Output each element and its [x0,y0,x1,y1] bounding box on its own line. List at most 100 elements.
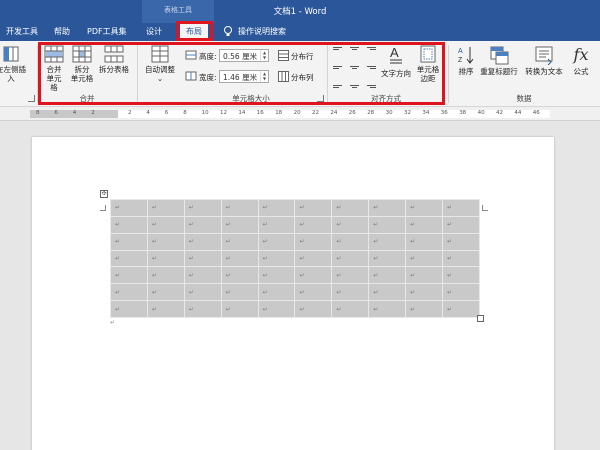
repeat-header-rows-button[interactable]: 重复标题行 [479,45,519,76]
distribute-rows-button[interactable]: 分布行 [278,49,326,63]
table-cell[interactable]: ↵ [220,249,259,268]
cell-margins-button[interactable]: 单元格 边距 [414,45,442,83]
table-cell[interactable]: ↵ [368,232,407,251]
table-cell[interactable]: ↵ [405,283,444,302]
document-table[interactable]: ↵ ↵ ↵ ↵ ↵ ↵ ↵ ↵ ↵ ↵ ↵ ↵ ↵ ↵ ↵ ↵ ↵ ↵ ↵ ↵ ↵ ↵ ↵ ↵ ↵ ↵ ↵ ↵ ↵ ↵ ↵ ↵ ↵ ↵ ↵ ↵ ↵ ↵ ↵ ↵… [110,199,480,318]
sort-button[interactable]: A Z 排序 [454,45,478,76]
tab-help[interactable]: 帮助 [54,26,70,37]
table-cell[interactable]: ↵ [331,300,370,318]
table-cell[interactable]: ↵ [442,300,480,318]
table-cell[interactable]: ↵ [257,266,296,285]
table-cell[interactable]: ↵ [294,215,333,234]
table-cell[interactable]: ↵ [257,249,296,268]
table-cell[interactable]: ↵ [405,215,444,234]
tab-layout[interactable]: 布局 [180,23,208,41]
tab-pdf-tools[interactable]: PDF工具集 [87,26,127,37]
table-cell[interactable]: ↵ [331,266,370,285]
table-cell[interactable]: ↵ [183,249,222,268]
tab-developer[interactable]: 开发工具 [6,26,38,37]
table-cell[interactable]: ↵ [183,266,222,285]
text-direction-button[interactable]: A 文字方向 [380,45,412,78]
tell-me-search[interactable]: 操作说明搜索 [238,26,286,37]
height-spinner[interactable]: ▲ ▼ [260,50,268,61]
table-cell[interactable]: ↵ [331,232,370,251]
table-cell[interactable]: ↵ [331,283,370,302]
table-cell[interactable]: ↵ [146,300,185,318]
table-cell[interactable]: ↵ [405,249,444,268]
table-cell[interactable]: ↵ [220,232,259,251]
table-cell[interactable]: ↵ [146,249,185,268]
table-cell[interactable]: ↵ [368,249,407,268]
table-cell[interactable]: ↵ [294,283,333,302]
table-cell[interactable]: ↵ [110,283,148,302]
table-cell[interactable]: ↵ [110,215,148,234]
table-cell[interactable]: ↵ [405,300,444,318]
table-cell[interactable]: ↵ [183,300,222,318]
table-cell[interactable]: ↵ [220,215,259,234]
table-cell[interactable]: ↵ [368,266,407,285]
table-cell[interactable]: ↵ [368,199,407,217]
table-cell[interactable]: ↵ [331,249,370,268]
table-cell[interactable]: ↵ [331,215,370,234]
table-cell[interactable]: ↵ [294,232,333,251]
table-cell[interactable]: ↵ [331,199,370,217]
cell-size-launcher-icon[interactable] [317,95,324,102]
insert-left-button[interactable]: 在左侧插入 [0,45,28,83]
table-cell[interactable]: ↵ [110,300,148,318]
merge-cells-button[interactable]: 合并 单元格 [43,45,65,92]
table-cell[interactable]: ↵ [368,300,407,318]
align-bottom-right-button[interactable] [363,79,376,90]
table-cell[interactable]: ↵ [183,199,222,217]
table-cell[interactable]: ↵ [220,266,259,285]
table-cell[interactable]: ↵ [294,300,333,318]
table-cell[interactable]: ↵ [146,199,185,217]
table-cell[interactable]: ↵ [146,283,185,302]
table-cell[interactable]: ↵ [183,232,222,251]
width-spinner[interactable]: ▲ ▼ [260,71,268,82]
table-cell[interactable]: ↵ [183,283,222,302]
table-cell[interactable]: ↵ [257,199,296,217]
table-cell[interactable]: ↵ [257,283,296,302]
table-cell[interactable]: ↵ [442,215,480,234]
align-middle-left-button[interactable] [333,63,346,74]
table-cell[interactable]: ↵ [146,232,185,251]
table-cell[interactable]: ↵ [368,283,407,302]
table-cell[interactable]: ↵ [183,215,222,234]
rows-columns-launcher-icon[interactable] [28,95,35,102]
table-cell[interactable]: ↵ [442,266,480,285]
align-top-center-button[interactable] [348,47,361,58]
table-cell[interactable]: ↵ [220,199,259,217]
table-cell[interactable]: ↵ [442,283,480,302]
align-middle-right-button[interactable] [363,63,376,74]
tab-design[interactable]: 设计 [146,26,162,37]
table-cell[interactable]: ↵ [257,215,296,234]
table-cell[interactable]: ↵ [442,249,480,268]
table-cell[interactable]: ↵ [405,266,444,285]
table-cell[interactable]: ↵ [257,232,296,251]
table-cell[interactable]: ↵ [110,199,148,217]
table-cell[interactable]: ↵ [368,215,407,234]
table-cell[interactable]: ↵ [294,249,333,268]
document-page[interactable]: ✣ ↵ ↵ ↵ ↵ ↵ ↵ ↵ ↵ ↵ ↵ ↵ ↵ ↵ ↵ ↵ ↵ ↵ ↵ ↵ ↵ ↵ ↵ ↵ ↵ ↵ ↵ ↵ ↵ ↵ ↵ ↵ ↵ ↵ ↵ ↵ ↵ ↵ ↵… [32,137,554,450]
table-cell[interactable]: ↵ [257,300,296,318]
width-input[interactable]: 1.46 厘米 ▲ ▼ [219,70,269,83]
table-cell[interactable]: ↵ [220,283,259,302]
table-cell[interactable]: ↵ [110,232,148,251]
align-middle-center-button[interactable] [348,63,361,74]
height-input[interactable]: 0.56 厘米 ▲ ▼ [219,49,269,62]
align-top-left-button[interactable] [333,47,346,58]
split-table-button[interactable]: 拆分表格 [97,45,131,74]
align-bottom-left-button[interactable] [333,79,346,90]
table-cell[interactable]: ↵ [405,232,444,251]
table-cell[interactable]: ↵ [442,199,480,217]
distribute-columns-button[interactable]: 分布列 [278,70,326,84]
table-cell[interactable]: ↵ [110,249,148,268]
table-cell[interactable]: ↵ [294,266,333,285]
align-bottom-center-button[interactable] [348,79,361,90]
table-cell[interactable]: ↵ [146,266,185,285]
table-cell[interactable]: ↵ [110,266,148,285]
table-cell[interactable]: ↵ [442,232,480,251]
table-cell[interactable]: ↵ [405,199,444,217]
table-resize-handle-icon[interactable] [477,315,484,322]
table-cell[interactable]: ↵ [294,199,333,217]
